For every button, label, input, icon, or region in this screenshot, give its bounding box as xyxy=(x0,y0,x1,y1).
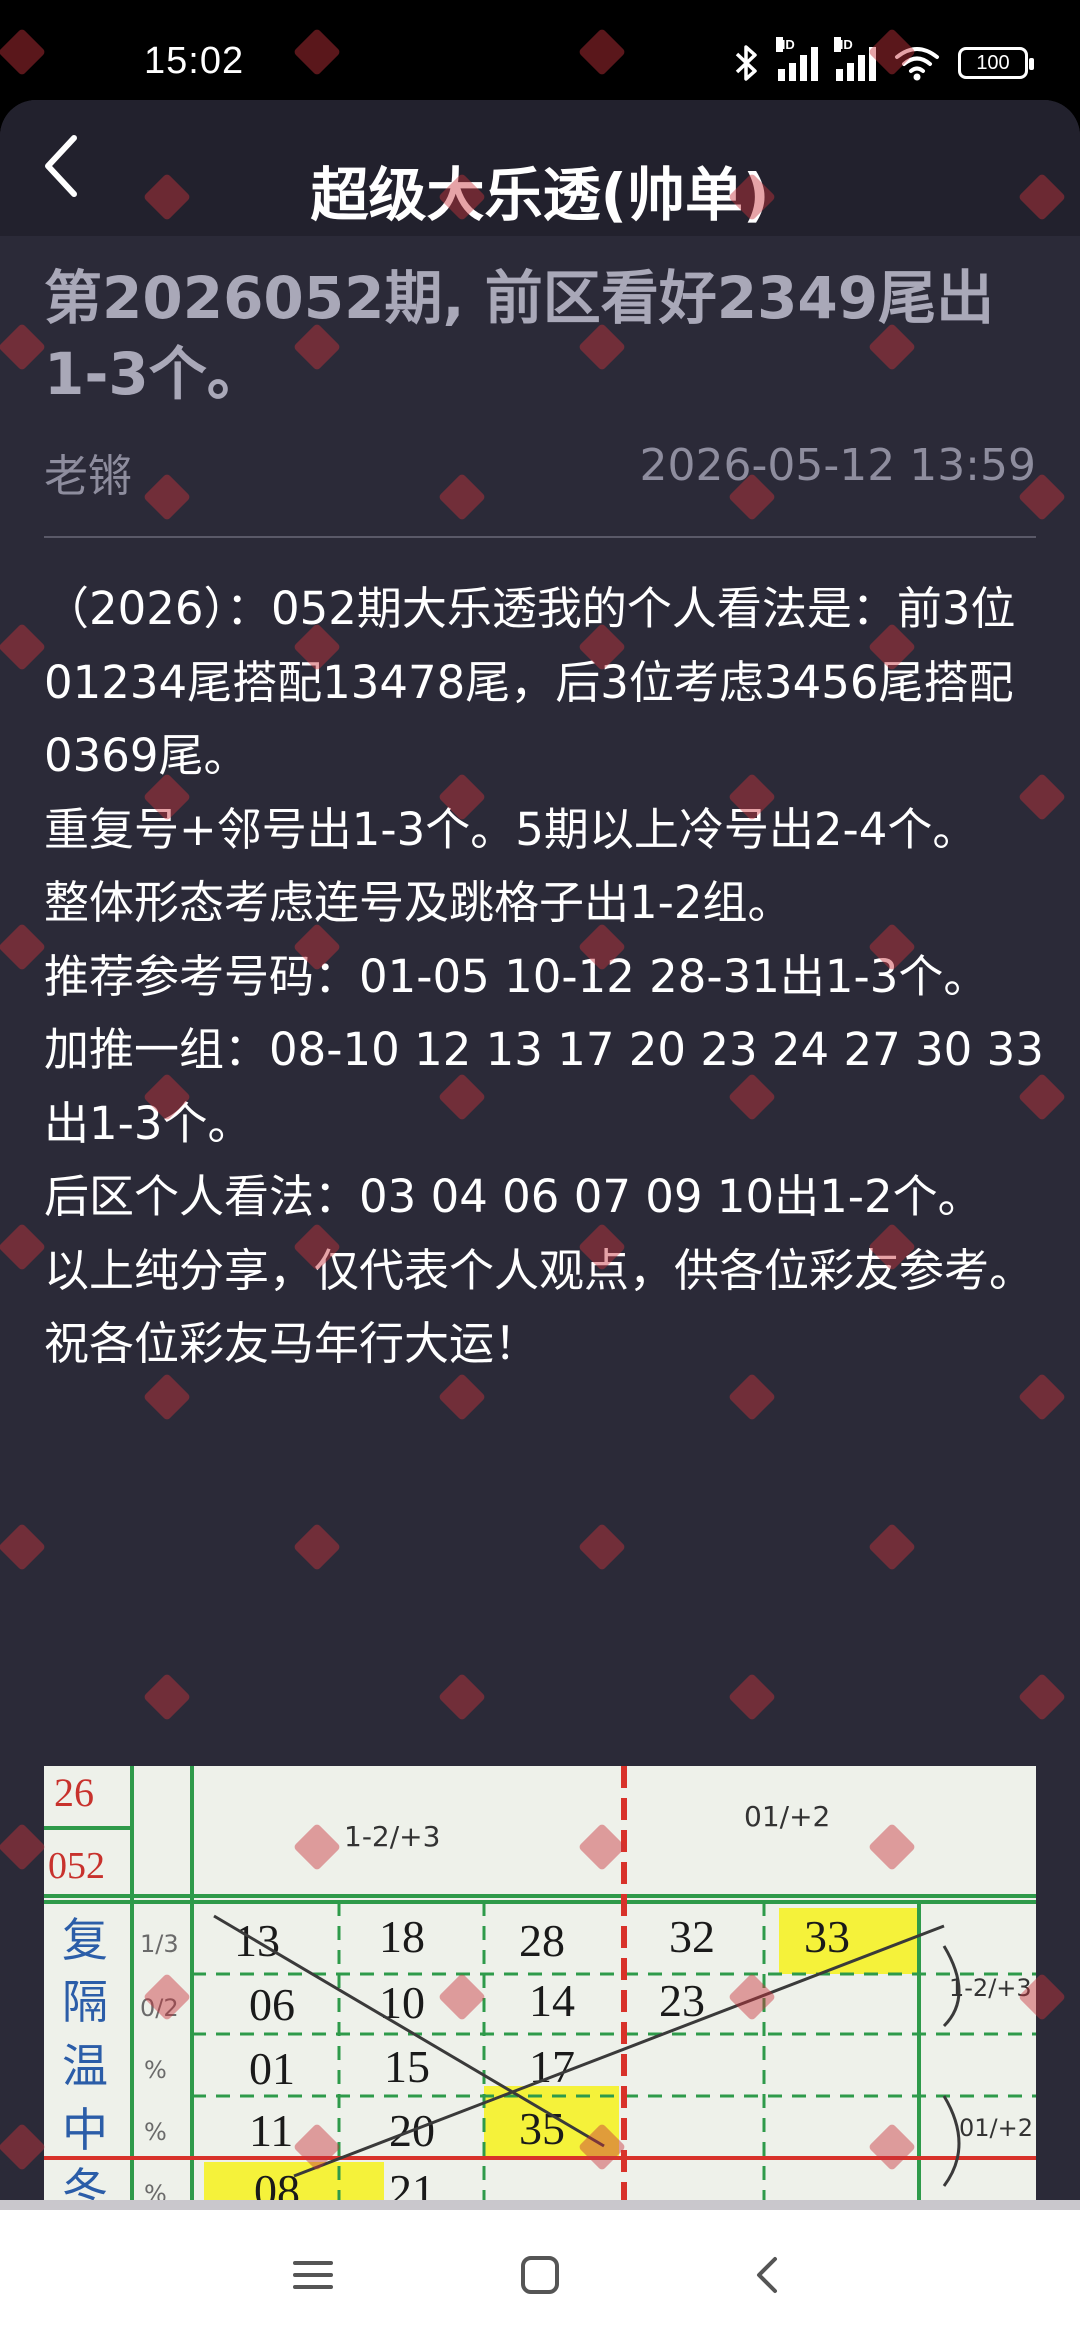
chart-header-year: 26 xyxy=(54,1770,94,1815)
chart-row-label: 复 xyxy=(62,1913,108,1967)
chart-row-frac: 1/3 xyxy=(140,1930,179,1958)
battery-icon: 100 xyxy=(958,47,1034,79)
article-paragraph: 推荐参考号码：01-05 10-12 28-31出1-3个。 xyxy=(44,949,989,1003)
chart-row-frac: % xyxy=(144,2118,167,2146)
article-author: 老锵 xyxy=(44,451,132,502)
chart-top-note-right: 01/+2 xyxy=(744,1800,830,1833)
status-time: 15:02 xyxy=(144,40,245,82)
system-nav-bar xyxy=(0,2210,1080,2340)
lottery-chart-drawing: 26 052 1-2/+3 01/+2 复 隔 温 中 冬 1/3 0/2 % … xyxy=(44,1766,1036,2210)
article-paragraph: 后区个人看法：03 04 06 07 09 10出1-2个。 xyxy=(44,1170,983,1223)
article-paragraph: 以上纯分享，仅代表个人观点，供各位彩友参考。 xyxy=(44,1243,1035,1297)
bluetooth-icon xyxy=(735,45,757,81)
article-paragraph: 加推一组：08-10 12 13 17 20 23 24 27 30 33出1-… xyxy=(44,1023,1044,1150)
article-paragraph: 整体形态考虑连号及跳格子出1-2组。 xyxy=(44,876,793,929)
article-paragraph: 重复号+邻号出1-3个。5期以上冷号出2-4个。 xyxy=(44,802,978,856)
status-icons: HD HD 100 xyxy=(734,37,1034,86)
article-title: 第2026052期, 前区看好2349尾出1-3个。 xyxy=(44,264,995,408)
chart-cell: 15 xyxy=(384,2041,430,2092)
recents-button[interactable] xyxy=(273,2240,353,2310)
chart-side-note: 1-2/+3 xyxy=(949,1974,1032,2002)
signal-1-icon: HD xyxy=(776,37,818,81)
chart-cell: 10 xyxy=(379,1977,425,2028)
chart-header-issue: 052 xyxy=(48,1845,105,1887)
article-paragraph: 祝各位彩友马年行大运！ xyxy=(44,1317,540,1370)
article-paragraph: （2026）：052期大乐透我的个人看法是：前3位01234尾搭配13478尾，… xyxy=(44,582,1016,782)
chart-top-note-left: 1-2/+3 xyxy=(344,1820,440,1853)
app-top-bar: 超级大乐透(帅单) xyxy=(0,100,1080,236)
article-body: （2026）：052期大乐透我的个人看法是：前3位01234尾搭配13478尾，… xyxy=(44,572,1044,1381)
chart-cell: 11 xyxy=(249,2105,293,2156)
square-home-icon xyxy=(520,2256,559,2294)
chart-cell: 06 xyxy=(249,1979,295,2030)
signal-2-hd-badge: HD xyxy=(834,37,853,52)
chart-cell: 18 xyxy=(379,1911,425,1962)
app-window: 超级大乐透(帅单) 第2026052期, 前区看好2349尾出1-3个。 老锵 … xyxy=(0,100,1080,2210)
chart-cell: 33 xyxy=(804,1911,850,1962)
chart-row-label: 温 xyxy=(62,2039,108,2093)
chart-cell: 14 xyxy=(529,1975,575,2026)
article-date: 2026-05-12 13:59 xyxy=(639,440,1037,491)
chart-cell: 28 xyxy=(519,1915,565,1966)
chart-row-frac: % xyxy=(144,2056,167,2084)
chart-side-note: 01/+2 xyxy=(959,2114,1033,2142)
signal-2-icon: HD xyxy=(834,37,876,81)
chart-row-label: 隔 xyxy=(62,1975,108,2029)
chart-row-frac: 0/2 xyxy=(140,1994,179,2022)
lottery-chart-photo[interactable]: 26 052 1-2/+3 01/+2 复 隔 温 中 冬 1/3 0/2 % … xyxy=(44,1766,1036,2210)
chart-cell: 32 xyxy=(669,1911,715,1962)
chart-cell: 01 xyxy=(249,2043,295,2094)
system-back-button[interactable] xyxy=(727,2240,807,2310)
menu-icon xyxy=(293,2261,334,2289)
nav-bar-separator xyxy=(0,2200,1080,2210)
app-title: 超级大乐透(帅单) xyxy=(310,161,770,229)
signal-1-hd-badge: HD xyxy=(776,37,795,52)
home-button[interactable] xyxy=(500,2240,580,2310)
triangle-back-icon xyxy=(756,2257,777,2293)
divider xyxy=(44,536,1036,538)
chart-row-label: 中 xyxy=(62,2103,108,2157)
chart-cell: 23 xyxy=(659,1975,705,2026)
wifi-icon xyxy=(895,47,939,81)
